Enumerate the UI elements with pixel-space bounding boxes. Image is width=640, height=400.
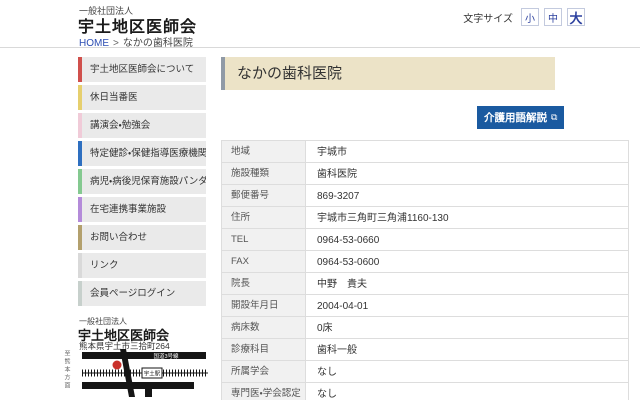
font-size-label: 文字サイズ [463,13,513,25]
field-value: 2004-04-01 [305,294,629,317]
table-row: 診療科目 歯科一般 [221,338,629,361]
table-row: 施設種類 歯科医院 [221,162,629,185]
field-label: 病床数 [221,316,306,339]
font-size-medium-button[interactable]: 中 [544,8,562,26]
table-row: 住所 宇城市三角町三角浦1160-130 [221,206,629,229]
font-size-control: 文字サイズ 小 中 大 [463,8,585,26]
field-label: 所属学会 [221,360,306,383]
map-direction-label: 至熊本方面 [63,350,69,390]
field-value: なし [305,382,629,400]
external-link-icon: ⧉ [551,112,558,122]
field-label: 郵便番号 [221,184,306,207]
font-size-small-button[interactable]: 小 [521,8,539,26]
field-label: TEL [221,228,306,251]
page: 一般社団法人 宇土地区医師会 文字サイズ 小 中 大 HOME > なかの歯科医院 … [0,0,640,400]
field-label: 住所 [221,206,306,229]
map-road-top [82,352,206,359]
table-row: 院長 中野 貴夫 [221,272,629,295]
field-value: 宇城市 [305,140,629,163]
table-row: FAX 0964-53-0600 [221,250,629,273]
table-row: 専門医・学会認定医の名称 なし [221,382,629,400]
sidebar-nav: 宇土地区医師会について 休日当番医 講演会・勉強会 特定健診・保健指導医療機関 … [78,57,206,309]
table-row: TEL 0964-53-0660 [221,228,629,251]
sidebar-item-home-care[interactable]: 在宅連携事業施設 [78,197,206,222]
page-title: なかの歯科医院 [221,57,555,90]
access-map: 至熊本方面 国道3号線 宇土駅 [62,349,208,397]
map-station-label: 宇土駅 [144,370,161,378]
sidebar-item-childcare[interactable]: 病児・病後児保育施設パンダ [78,169,206,194]
sidebar-item-holiday-doctor[interactable]: 休日当番医 [78,85,206,110]
sidebar-item-about[interactable]: 宇土地区医師会について [78,57,206,82]
field-label: 診療科目 [221,338,306,361]
field-value: 中野 貴夫 [305,272,629,295]
table-row: 郵便番号 869-3207 [221,184,629,207]
table-row: 所属学会 なし [221,360,629,383]
facility-info-table: 地域 宇城市 施設種類 歯科医院 郵便番号 869-3207 住所 宇城市三角町… [221,140,629,400]
field-label: FAX [221,250,306,273]
field-value: 宇城市三角町三角浦1160-130 [305,206,629,229]
sidebar-item-member-login[interactable]: 会員ページログイン [78,281,206,306]
field-label: 地域 [221,140,306,163]
field-value: 0964-53-0660 [305,228,629,251]
map-road-label: 国道3号線 [153,352,179,360]
map-road-stub [145,389,152,397]
care-glossary-button-label: 介護用語解説 [484,112,547,124]
field-value: 0964-53-0600 [305,250,629,273]
field-label: 開設年月日 [221,294,306,317]
table-row: 地域 宇城市 [221,140,629,163]
location-marker-icon [112,360,122,370]
access-map-graphic: 国道3号線 宇土駅 [82,349,208,397]
sidebar-item-health-checkup[interactable]: 特定健診・保健指導医療機関 [78,141,206,166]
field-value: 歯科一般 [305,338,629,361]
sidebar-item-lectures[interactable]: 講演会・勉強会 [78,113,206,138]
field-value: なし [305,360,629,383]
header-divider [0,47,640,48]
field-label: 院長 [221,272,306,295]
map-road-bottom [82,382,194,389]
care-glossary-button[interactable]: 介護用語解説 ⧉ [477,106,565,129]
field-value: 0床 [305,316,629,339]
field-label: 専門医・学会認定医の名称 [221,382,306,400]
table-row: 開設年月日 2004-04-01 [221,294,629,317]
field-value: 869-3207 [305,184,629,207]
sidebar-item-links[interactable]: リンク [78,253,206,278]
table-row: 病床数 0床 [221,316,629,339]
font-size-large-button[interactable]: 大 [567,8,585,26]
field-label: 施設種類 [221,162,306,185]
sidebar-item-contact[interactable]: お問い合わせ [78,225,206,250]
field-value: 歯科医院 [305,162,629,185]
